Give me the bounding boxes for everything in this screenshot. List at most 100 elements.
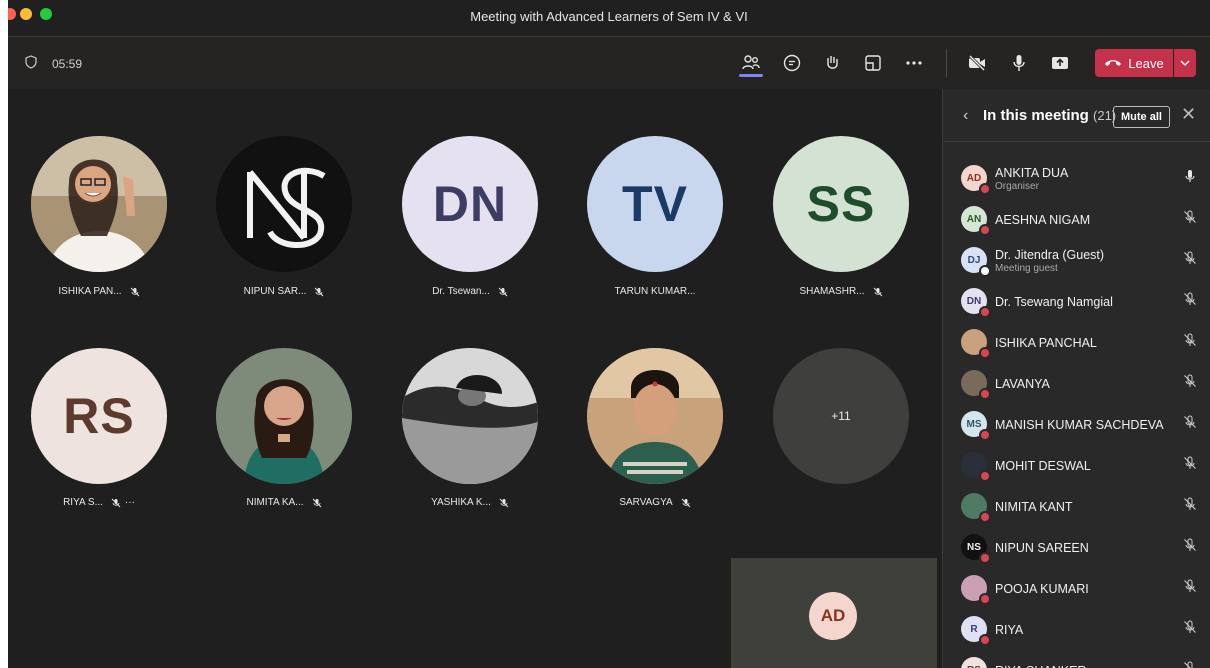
avatar-initials: DN (432, 176, 508, 232)
tile-name-tsewang: Dr. Tsewan... (385, 286, 555, 297)
mic-off-icon (873, 287, 882, 296)
mic-off-icon[interactable] (1183, 661, 1197, 668)
mic-off-icon (315, 287, 324, 296)
mic-off-icon[interactable] (1183, 456, 1197, 470)
mic-off-icon (498, 287, 508, 296)
tile-name-yashika: YASHIKA K... (385, 497, 555, 508)
tile-name-nipun: NIPUN SAR... (199, 286, 369, 297)
mic-toggle-button[interactable] (1007, 51, 1031, 75)
mic-icon[interactable] (1183, 169, 1197, 183)
presence-status-icon (979, 634, 991, 646)
participant-row[interactable]: DN Dr. Tsewang Namgial (943, 282, 1210, 323)
presence-status-icon (979, 183, 991, 195)
shield-icon (24, 55, 38, 72)
close-icon[interactable]: ✕ (1181, 104, 1196, 125)
tile-name-text: NIMITA KA... (246, 497, 304, 508)
participant-tile-ishika[interactable] (31, 136, 167, 272)
tile-name-sarvagya: SARVAGYA (570, 497, 740, 508)
mic-off-icon (130, 287, 139, 296)
participant-tile-riya[interactable]: RS (31, 348, 167, 484)
participant-row[interactable]: AD ANKITA DUA Organiser (943, 159, 1210, 200)
teams-meeting-window: Meeting with Advanced Learners of Sem IV… (8, 0, 1210, 668)
self-view[interactable]: AD (731, 558, 937, 668)
mic-off-icon[interactable] (1183, 620, 1197, 634)
participant-name: NIMITA KANT (995, 500, 1073, 514)
avatar-initials: RS (63, 388, 135, 444)
presence-status-icon (979, 552, 991, 564)
chevron-down-icon (1180, 60, 1190, 66)
participant-tile-tarun[interactable]: TV (587, 136, 723, 272)
participant-row[interactable]: NS NIPUN SAREEN (943, 528, 1210, 569)
participant-tile-tsewang[interactable]: DN (402, 136, 538, 272)
participant-tile-nimita[interactable] (216, 348, 352, 484)
active-tab-indicator (739, 74, 763, 77)
tile-name-text: RIYA S... (63, 497, 103, 508)
back-chevron-icon[interactable]: ‹ (963, 107, 968, 125)
participants-panel: ‹ In this meeting (21) Mute all ✕ AD ANKI… (942, 89, 1210, 668)
leave-dropdown-button[interactable] (1174, 49, 1196, 77)
participant-name: LAVANYA (995, 377, 1050, 391)
share-content-button[interactable] (1048, 51, 1072, 75)
mic-off-icon[interactable] (1183, 210, 1197, 224)
participant-name: ANKITA DUA (995, 166, 1069, 180)
mic-off-icon (312, 498, 321, 507)
participant-tile-shamashri[interactable]: SS (773, 136, 909, 272)
video-stage: ISHIKA PAN... NIPUN SAR... DN Dr. Tsewan… (8, 89, 942, 668)
overflow-count: +11 (831, 409, 851, 423)
reactions-button[interactable] (821, 51, 845, 75)
presence-status-icon (979, 593, 991, 605)
mic-off-icon[interactable] (1183, 415, 1197, 429)
self-avatar: AD (809, 592, 857, 640)
participant-row[interactable]: ISHIKA PANCHAL (943, 323, 1210, 364)
participant-name: RIYA SHANKER (995, 664, 1086, 668)
overflow-participants-tile[interactable]: +11 (773, 348, 909, 484)
participant-name: RIYA (995, 623, 1024, 637)
participant-row[interactable]: MOHIT DESWAL (943, 446, 1210, 487)
nimita-photo (216, 348, 352, 484)
panel-header: ‹ In this meeting (21) Mute all ✕ (943, 89, 1210, 142)
breakout-rooms-button[interactable] (861, 51, 885, 75)
tile-name-text: Dr. Tsewan... (432, 286, 490, 297)
participant-tile-sarvagya[interactable] (587, 348, 723, 484)
mic-off-icon (499, 498, 509, 507)
presence-status-icon (979, 429, 991, 441)
mic-off-icon (111, 498, 121, 507)
panel-title-text: In this meeting (983, 107, 1089, 124)
mic-off-icon[interactable] (1183, 333, 1197, 347)
participants-button[interactable] (739, 51, 763, 75)
tile-name-text: ISHIKA PAN... (58, 286, 122, 297)
participant-row[interactable]: NIMITA KANT (943, 487, 1210, 528)
tile-more-options[interactable]: ··· (125, 497, 135, 508)
mic-off-icon[interactable] (1183, 497, 1197, 511)
toolbar-separator (946, 49, 947, 77)
mute-all-button[interactable]: Mute all (1113, 106, 1170, 128)
participant-row[interactable]: DJ Dr. Jitendra (Guest) Meeting guest (943, 241, 1210, 282)
participant-row[interactable]: POOJA KUMARI (943, 569, 1210, 610)
avatar-initials: SS (806, 176, 876, 232)
participant-tile-yashika[interactable] (402, 348, 538, 484)
chat-button[interactable] (780, 51, 804, 75)
participant-name: MANISH KUMAR SACHDEVA (995, 418, 1164, 432)
participant-role: Organiser (995, 181, 1039, 192)
participant-row[interactable]: AN AESHNA NIGAM (943, 200, 1210, 241)
participant-name: NIPUN SAREEN (995, 541, 1089, 555)
mic-off-icon[interactable] (1183, 292, 1197, 306)
participant-row[interactable]: LAVANYA (943, 364, 1210, 405)
participant-name: AESHNA NIGAM (995, 213, 1091, 227)
ishika-photo (31, 136, 167, 272)
mic-off-icon[interactable] (1183, 251, 1197, 265)
camera-toggle-button[interactable] (965, 51, 989, 75)
more-actions-button[interactable] (902, 51, 926, 75)
participant-row[interactable]: R RIYA (943, 610, 1210, 651)
participant-row[interactable]: MS MANISH KUMAR SACHDEVA (943, 405, 1210, 446)
mic-off-icon[interactable] (1183, 538, 1197, 552)
participant-name: POOJA KUMARI (995, 582, 1089, 596)
panel-title: In this meeting (21) (983, 107, 1116, 124)
meeting-timer: 05:59 (24, 55, 82, 72)
chat-icon (783, 54, 801, 72)
mic-off-icon[interactable] (1183, 374, 1197, 388)
participant-row[interactable]: RS RIYA SHANKER (943, 651, 1210, 668)
mic-off-icon[interactable] (1183, 579, 1197, 593)
participant-tile-nipun[interactable] (216, 136, 352, 272)
leave-button[interactable]: Leave (1095, 49, 1173, 77)
